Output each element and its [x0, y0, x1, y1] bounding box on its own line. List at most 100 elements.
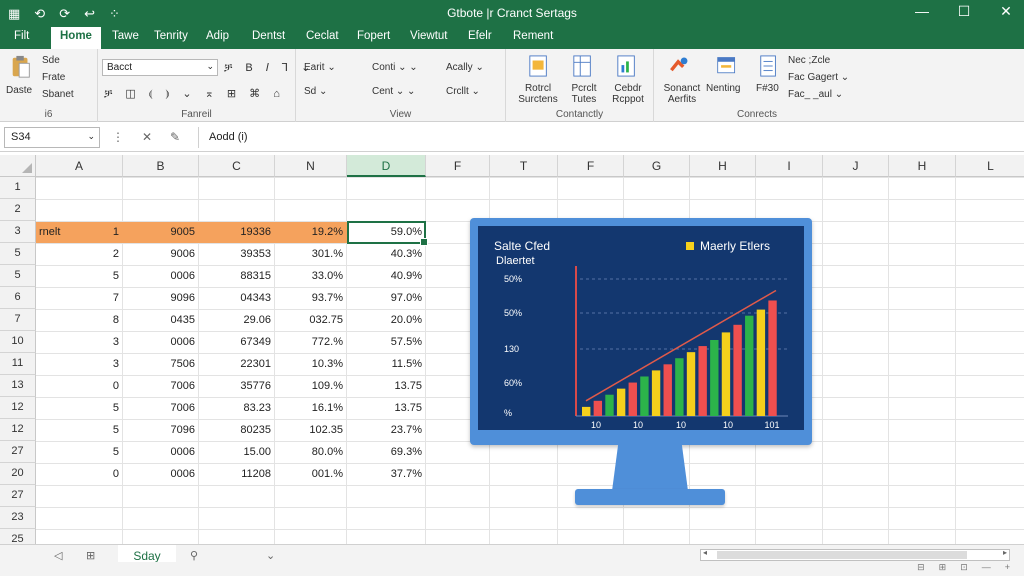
- table-cell[interactable]: 0006: [123, 265, 199, 287]
- column-header[interactable]: J: [823, 155, 889, 177]
- page-layout-icon[interactable]: ⊞: [939, 562, 947, 573]
- insert-picture-icon[interactable]: [528, 54, 550, 78]
- table-cell[interactable]: 109.%: [275, 375, 347, 397]
- tab-extra[interactable]: Rement: [513, 30, 553, 42]
- column-header[interactable]: H: [889, 155, 956, 177]
- column-header[interactable]: H: [690, 155, 756, 177]
- table-cell[interactable]: 97.0%: [347, 287, 426, 309]
- zoom-out-button[interactable]: —: [982, 562, 991, 573]
- copy-button[interactable]: Frate: [42, 72, 65, 83]
- column-header[interactable]: L: [956, 155, 1024, 177]
- table-cell[interactable]: 7506: [123, 353, 199, 375]
- document-icon[interactable]: [758, 54, 780, 78]
- table-cell[interactable]: 11208: [199, 463, 275, 485]
- close-button[interactable]: ✕: [996, 3, 1016, 20]
- report-button[interactable]: Cebdr Rcppot: [606, 83, 650, 105]
- table-cell[interactable]: 301.%: [275, 243, 347, 265]
- scroll-right-icon[interactable]: ▸: [1003, 548, 1007, 557]
- table-cell[interactable]: 59.0%: [347, 221, 426, 243]
- aul-dropdown[interactable]: Fac_ _aul ⌄: [788, 89, 843, 100]
- row-header[interactable]: 5: [0, 265, 36, 287]
- table-cell[interactable]: 93.7%: [275, 287, 347, 309]
- row-header[interactable]: 23: [0, 507, 36, 529]
- chart-monitor[interactable]: Salte Cfed Dlaertet Maerly Etlers 50% 50%…: [470, 218, 812, 445]
- f30-button[interactable]: F#30: [756, 83, 779, 94]
- table-cell[interactable]: 16.1%: [275, 397, 347, 419]
- row-header[interactable]: 7: [0, 309, 36, 331]
- table-cell[interactable]: 3: [36, 353, 123, 375]
- sort-dropdown[interactable]: Sd ⌄: [304, 86, 327, 97]
- normal-view-icon[interactable]: ⊟: [917, 562, 925, 573]
- table-cell[interactable]: 5: [36, 419, 123, 441]
- row-header[interactable]: 11: [0, 353, 36, 375]
- table-cell[interactable]: 69.3%: [347, 441, 426, 463]
- table-cell[interactable]: 7: [36, 287, 123, 309]
- row-header[interactable]: 12: [0, 397, 36, 419]
- horizontal-scrollbar[interactable]: ◂ ▸: [700, 548, 1010, 561]
- format-painter-button[interactable]: Sbanet: [42, 89, 74, 100]
- table-cell[interactable]: 0006: [123, 441, 199, 463]
- apply-dropdown[interactable]: Acally ⌄: [446, 62, 484, 73]
- table-cell[interactable]: 5: [36, 441, 123, 463]
- tab-file[interactable]: Filt: [14, 30, 29, 42]
- cut-button[interactable]: Sde: [42, 55, 60, 66]
- column-header[interactable]: T: [490, 155, 558, 177]
- table-cell[interactable]: 0435: [123, 309, 199, 331]
- tab-help[interactable]: Efelr: [468, 30, 492, 42]
- chart-icon[interactable]: [668, 54, 690, 78]
- table-cell[interactable]: 13.75: [347, 397, 426, 419]
- table-cell[interactable]: 83.23: [199, 397, 275, 419]
- name-box[interactable]: S34 ⌄: [4, 127, 100, 148]
- row-header[interactable]: 25: [0, 529, 36, 544]
- column-header[interactable]: F: [558, 155, 624, 177]
- table-cell[interactable]: 772.%: [275, 331, 347, 353]
- table-cell[interactable]: 39353: [199, 243, 275, 265]
- row-header[interactable]: 20: [0, 463, 36, 485]
- table-cell[interactable]: 80.0%: [275, 441, 347, 463]
- nenting-button[interactable]: Nenting: [706, 83, 740, 94]
- table-cell[interactable]: 001.%: [275, 463, 347, 485]
- table-cell[interactable]: 7006: [123, 397, 199, 419]
- row-header[interactable]: 13: [0, 375, 36, 397]
- conditional-dropdown[interactable]: Conti ⌄ ⌄: [372, 62, 418, 73]
- row-header[interactable]: 27: [0, 441, 36, 463]
- table-cell[interactable]: 20.0%: [347, 309, 426, 331]
- tab-home[interactable]: Home: [51, 27, 101, 49]
- table-cell[interactable]: 2: [36, 243, 123, 265]
- row-header[interactable]: 27: [0, 485, 36, 507]
- spreadsheet-grid[interactable]: ABCNDFTFGHIJHL 1 2 3 5 5 6 7 10 11 13 12 12 27 20 27 23…: [0, 155, 1024, 544]
- table-cell[interactable]: 10.3%: [275, 353, 347, 375]
- scrollbar-thumb[interactable]: [717, 551, 967, 559]
- formula-input[interactable]: Aodd (i): [198, 127, 1024, 148]
- tutes-button[interactable]: Pcrclt Tutes: [564, 83, 604, 105]
- table-cell[interactable]: 11.5%: [347, 353, 426, 375]
- table-cell[interactable]: 7006: [123, 375, 199, 397]
- add-sheet-button[interactable]: ⚲: [190, 549, 198, 562]
- column-header[interactable]: B: [123, 155, 199, 177]
- row-header[interactable]: 6: [0, 287, 36, 309]
- column-header[interactable]: D: [347, 155, 426, 177]
- credit-dropdown[interactable]: Crcllt ⌄: [446, 86, 480, 97]
- paste-icon[interactable]: [10, 55, 32, 79]
- column-header[interactable]: G: [624, 155, 690, 177]
- table-cell[interactable]: 0006: [123, 463, 199, 485]
- tab-developer[interactable]: Viewtut: [410, 30, 448, 42]
- cell-dropdown[interactable]: Cent ⌄ ⌄: [372, 86, 415, 97]
- table-cell[interactable]: 102.35: [275, 419, 347, 441]
- table-cell[interactable]: 0: [36, 463, 123, 485]
- font-format-buttons[interactable]: ቻ ◫ ⟬ ⟭ ⌄ ⌅ ⊞ ⌘ ⌂: [104, 87, 285, 101]
- table-cell[interactable]: 04343: [199, 287, 275, 309]
- fx-icon[interactable]: ✎: [170, 130, 180, 144]
- column-header[interactable]: C: [199, 155, 275, 177]
- table-cell[interactable]: 29.06: [199, 309, 275, 331]
- table-cell[interactable]: 40.3%: [347, 243, 426, 265]
- paste-button[interactable]: Daste: [6, 85, 32, 96]
- table-cell[interactable]: 19.2%: [275, 221, 347, 243]
- table-cell[interactable]: 9096: [123, 287, 199, 309]
- tab-page-layout[interactable]: Tenrity: [154, 30, 188, 42]
- zoom-in-button[interactable]: +: [1005, 562, 1010, 573]
- column-header[interactable]: F: [426, 155, 490, 177]
- table-cell[interactable]: 33.0%: [275, 265, 347, 287]
- sheet-list-button[interactable]: ⊞: [86, 549, 95, 562]
- select-all-button[interactable]: [0, 155, 36, 177]
